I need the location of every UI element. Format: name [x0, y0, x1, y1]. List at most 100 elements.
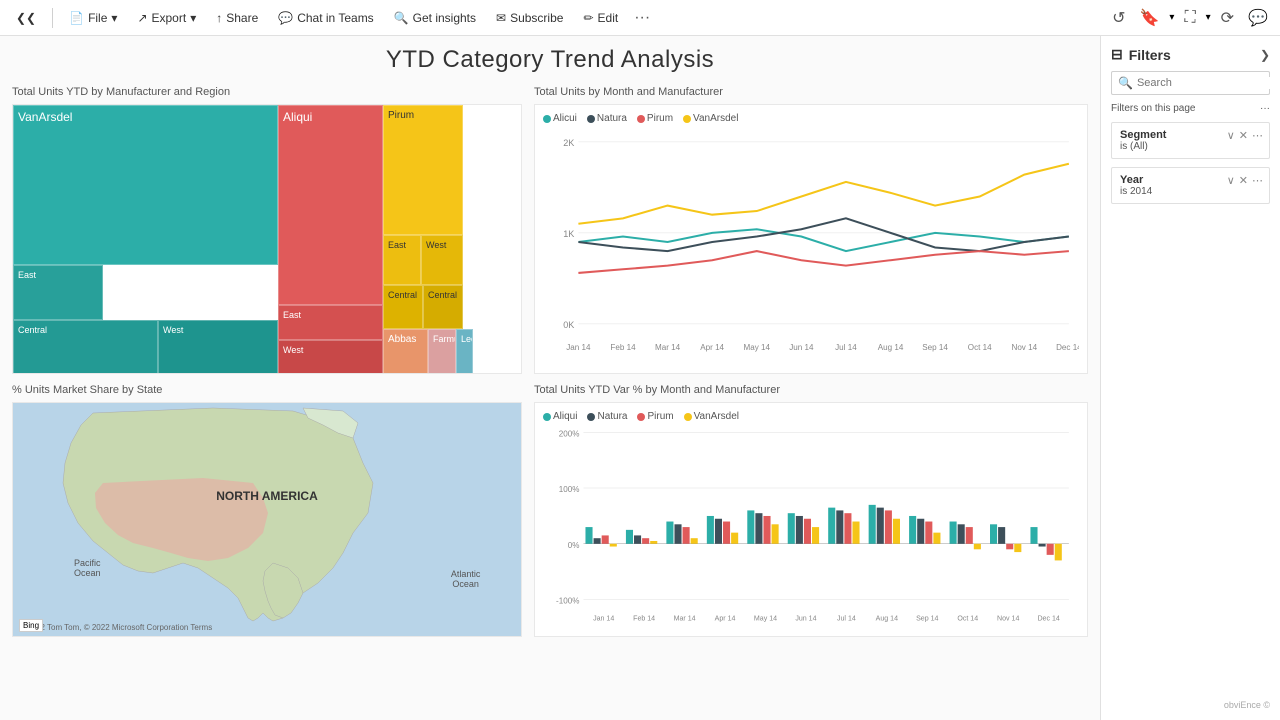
svg-text:Apr 14: Apr 14: [700, 343, 724, 352]
filter-title: ⊟ Filters: [1111, 46, 1171, 63]
legend-item: Pirum: [637, 113, 673, 124]
file-icon: 📄: [69, 11, 84, 25]
svg-text:Jan 14: Jan 14: [566, 343, 591, 352]
map-pacific-label: PacificOcean: [74, 558, 101, 578]
pbi-footer: obviEnce ©: [1111, 700, 1270, 710]
file-chevron-icon: ▾: [111, 11, 117, 25]
treemap-cell[interactable]: Central: [13, 320, 158, 374]
map-section: % Units Market Share by State: [12, 384, 522, 637]
svg-text:May 14: May 14: [744, 343, 771, 352]
more-options-button[interactable]: ···: [630, 5, 654, 31]
segment-expand-icon[interactable]: ∨: [1227, 129, 1235, 142]
bar-chart[interactable]: AliquiNaturaPirumVanArsdel 200% 100% 0% -10…: [534, 402, 1088, 637]
treemap-cell[interactable]: West: [278, 340, 383, 374]
main-area: YTD Category Trend Analysis Total Units …: [0, 36, 1280, 720]
segment-filter-value: is (All): [1120, 141, 1261, 152]
treemap-cell[interactable]: East: [13, 265, 103, 320]
edit-button[interactable]: ✏ Edit: [575, 7, 626, 29]
year-more-icon[interactable]: ⋯: [1252, 174, 1263, 187]
legend-item: VanArsdel: [683, 113, 738, 124]
year-clear-icon[interactable]: ✕: [1239, 174, 1248, 187]
share-icon: ↑: [216, 11, 222, 25]
bar-chart-legend: AliquiNaturaPirumVanArsdel: [543, 411, 1079, 422]
export-chevron-icon: ▾: [190, 11, 196, 25]
svg-text:Sep 14: Sep 14: [922, 343, 948, 352]
bing-logo: Bing: [19, 619, 43, 632]
treemap-cell[interactable]: Central: [423, 285, 463, 329]
nav-back-icon: ❮❮: [16, 11, 36, 25]
svg-text:2K: 2K: [563, 138, 574, 148]
filter-search-box[interactable]: 🔍: [1111, 71, 1270, 95]
treemap-cell[interactable]: Aliqui: [278, 105, 383, 305]
treemap-section: Total Units YTD by Manufacturer and Regi…: [12, 86, 522, 374]
comment-icon[interactable]: 💬: [1244, 4, 1272, 32]
treemap-cell[interactable]: East: [278, 305, 383, 340]
treemap-chart[interactable]: VanArsdelEastCentralWestNaturaEastCentra…: [12, 104, 522, 374]
fullscreen-icon[interactable]: ⛶: [1180, 5, 1199, 31]
bookmark-chevron-icon[interactable]: ▾: [1169, 12, 1174, 23]
filter-funnel-icon: ⊟: [1111, 46, 1123, 63]
reset-icon[interactable]: ⟳: [1217, 4, 1238, 32]
treemap-cell[interactable]: West: [421, 235, 463, 285]
svg-text:-100%: -100%: [556, 596, 579, 605]
toolbar-separator: [52, 8, 53, 28]
svg-text:Jun 14: Jun 14: [795, 616, 816, 623]
svg-text:100%: 100%: [559, 485, 580, 494]
teams-icon: 💬: [278, 11, 293, 25]
year-filter-card[interactable]: ∨ ✕ ⋯ Year is 2014: [1111, 167, 1270, 204]
bookmark-icon[interactable]: 🔖: [1135, 4, 1163, 32]
svg-text:Oct 14: Oct 14: [968, 343, 992, 352]
line-chart-section: Total Units by Month and Manufacturer Al…: [534, 86, 1088, 374]
svg-text:Dec 14: Dec 14: [1037, 616, 1059, 623]
line-chart-legend: AlicuiNaturaPirumVanArsdel: [543, 113, 1079, 124]
legend-item: Natura: [587, 113, 627, 124]
chat-in-teams-button[interactable]: 💬 Chat in Teams: [270, 7, 381, 29]
segment-more-icon[interactable]: ⋯: [1252, 129, 1263, 142]
filters-on-page-label: Filters on this page ···: [1111, 103, 1270, 114]
svg-text:Feb 14: Feb 14: [633, 616, 655, 623]
get-insights-button[interactable]: 🔍 Get insights: [386, 7, 484, 29]
nav-back-button[interactable]: ❮❮: [8, 7, 44, 29]
line-chart-svg: 2K1K0KJan 14Feb 14Mar 14Apr 14May 14Jun …: [543, 128, 1079, 358]
refresh-icon[interactable]: ↺: [1108, 4, 1129, 32]
svg-text:Apr 14: Apr 14: [715, 616, 736, 623]
treemap-cell[interactable]: Leo: [456, 329, 473, 374]
segment-filter-card[interactable]: ∨ ✕ ⋯ Segment is (All): [1111, 122, 1270, 159]
bar-chart-section: Total Units YTD Var % by Month and Manuf…: [534, 384, 1088, 637]
filter-collapse-icon[interactable]: ❯: [1260, 48, 1270, 62]
line-chart-title: Total Units by Month and Manufacturer: [534, 86, 1088, 98]
map-atlantic-label: AtlanticOcean: [451, 569, 481, 589]
svg-text:Nov 14: Nov 14: [1011, 343, 1037, 352]
line-chart[interactable]: AlicuiNaturaPirumVanArsdel 2K1K0KJan 14F…: [534, 104, 1088, 374]
map-chart[interactable]: NORTH AMERICA PacificOcean AtlanticOcean…: [12, 402, 522, 637]
year-expand-icon[interactable]: ∨: [1227, 174, 1235, 187]
treemap-cell[interactable]: East: [383, 235, 421, 285]
legend-item: Natura: [587, 411, 627, 422]
export-icon: ↗: [137, 11, 147, 25]
search-icon: 🔍: [1118, 76, 1133, 90]
treemap-cell[interactable]: Abbas: [383, 329, 428, 374]
fullscreen-chevron-icon[interactable]: ▾: [1206, 12, 1211, 23]
svg-text:0%: 0%: [568, 541, 580, 550]
segment-clear-icon[interactable]: ✕: [1239, 129, 1248, 142]
treemap-cell[interactable]: VanArsdel: [13, 105, 278, 265]
svg-text:Jul 14: Jul 14: [835, 343, 857, 352]
file-button[interactable]: 📄 File ▾: [61, 7, 125, 29]
svg-text:Jan 14: Jan 14: [593, 616, 614, 623]
charts-row-1: Total Units YTD by Manufacturer and Regi…: [12, 86, 1088, 374]
svg-text:Dec 14: Dec 14: [1056, 343, 1079, 352]
bar-chart-title: Total Units YTD Var % by Month and Manuf…: [534, 384, 1088, 396]
export-button[interactable]: ↗ Export ▾: [129, 7, 204, 29]
svg-text:Jul 14: Jul 14: [837, 616, 856, 623]
svg-text:May 14: May 14: [754, 616, 777, 623]
share-button[interactable]: ↑ Share: [208, 7, 266, 29]
filter-search-input[interactable]: [1137, 77, 1279, 89]
svg-text:Nov 14: Nov 14: [997, 616, 1019, 623]
treemap-cell[interactable]: Farmu: [428, 329, 456, 374]
subscribe-button[interactable]: ✉ Subscribe: [488, 7, 571, 29]
treemap-cell[interactable]: West: [158, 320, 278, 374]
svg-text:200%: 200%: [559, 429, 580, 438]
treemap-cell[interactable]: Central: [383, 285, 423, 329]
treemap-cell[interactable]: Pirum: [383, 105, 463, 235]
svg-text:Sep 14: Sep 14: [916, 616, 938, 623]
